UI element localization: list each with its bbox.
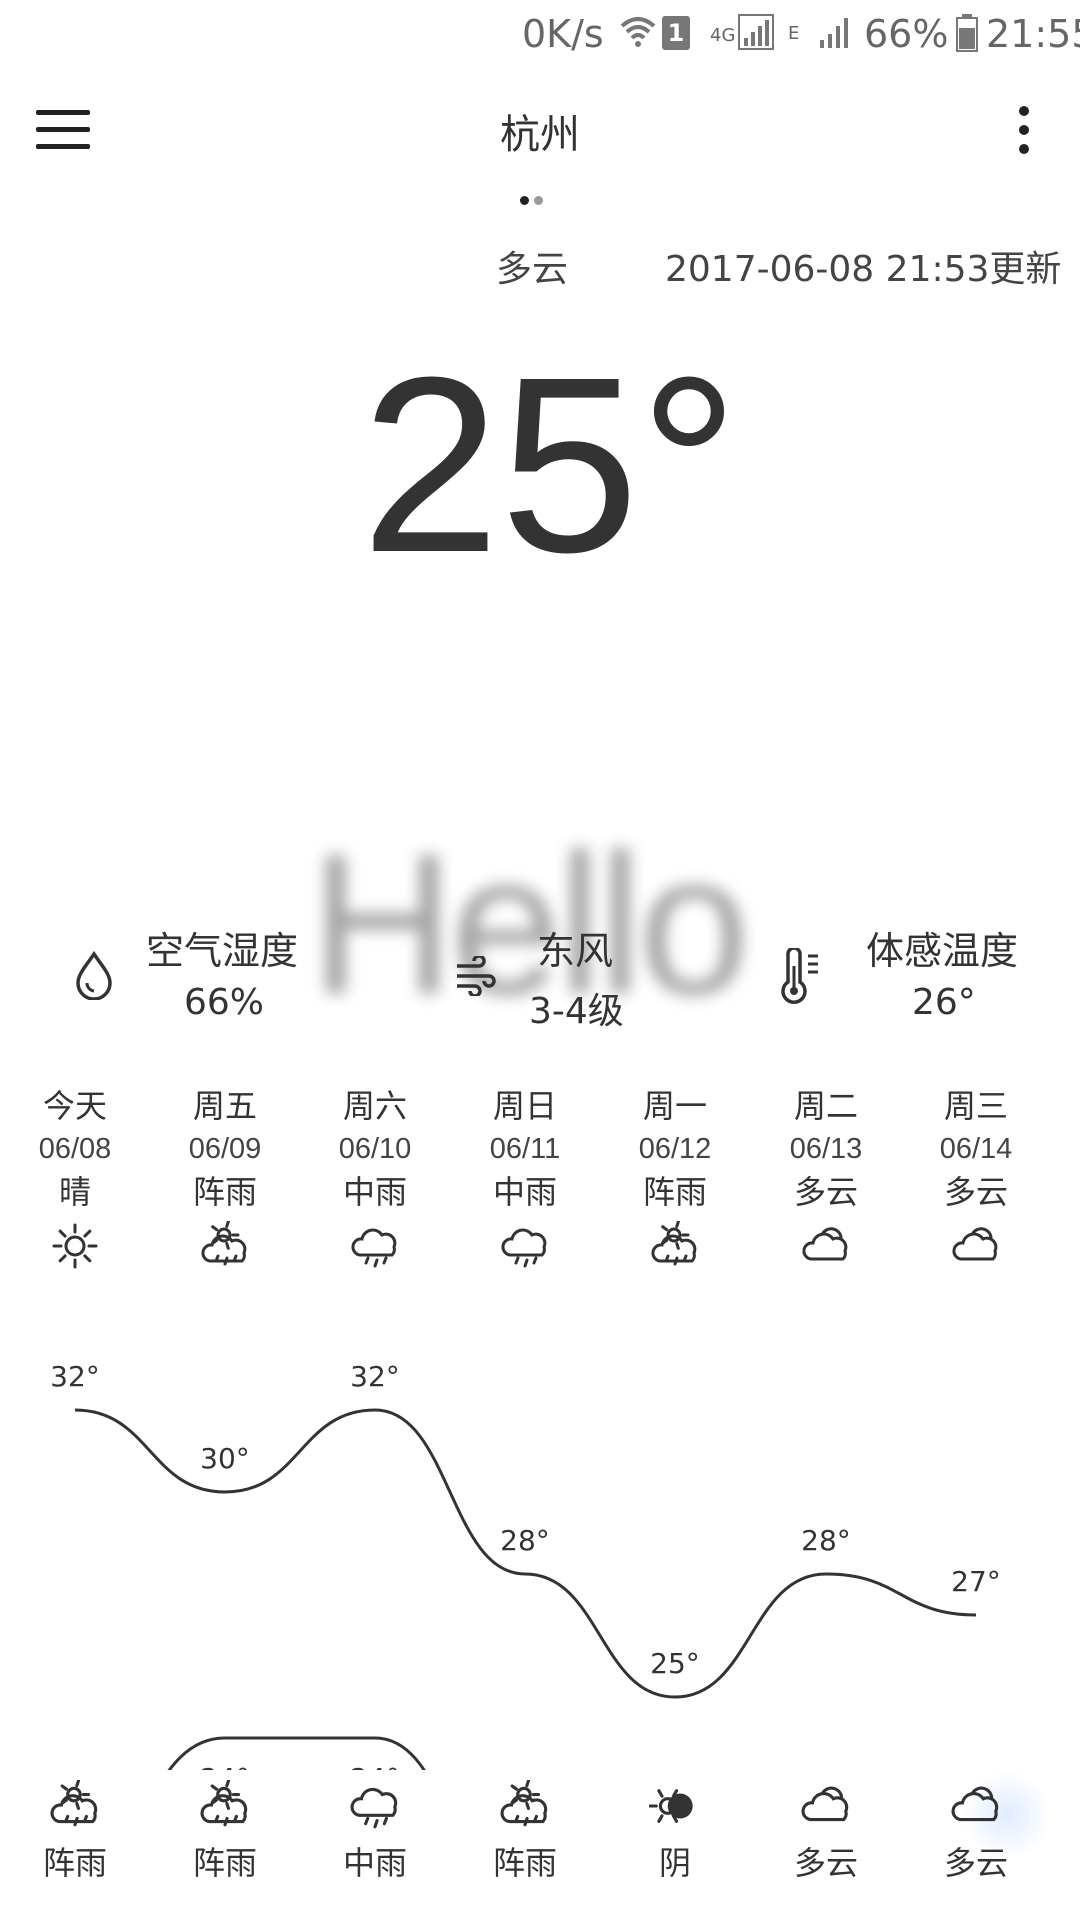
high-temp-label: 32° (50, 1360, 100, 1393)
forecast-day-label: 周二 (793, 1087, 858, 1125)
low-temp-label: 24° (200, 1762, 250, 1770)
night-forecast-column[interactable]: 阵雨 (448, 1772, 602, 1884)
feels-like-value: 26° (912, 982, 976, 1023)
thermometer-icon (781, 948, 818, 1004)
night-condition-label: 阵雨 (192, 1844, 257, 1882)
forecast-day-column[interactable]: 今天 06/08 晴 (0, 1085, 152, 1271)
night-forecast-column[interactable]: 多云 (749, 1772, 903, 1884)
sim-badge: 1 (662, 16, 690, 50)
forecast-day-label: 今天 (42, 1087, 107, 1125)
water-drop-icon (76, 950, 112, 1000)
low-temp-label: 24° (350, 1762, 400, 1770)
forecast-day-condition: 阵雨 (192, 1173, 257, 1211)
rain-icon (501, 1228, 547, 1268)
forecast-date-label: 06/13 (789, 1133, 863, 1165)
battery-percent: 66% (864, 12, 949, 56)
current-temperature: 25° (360, 325, 740, 604)
night-condition-label: 阵雨 (42, 1844, 107, 1882)
overcast-night-icon (649, 1789, 693, 1823)
night-condition-label: 阵雨 (492, 1844, 557, 1882)
wind-direction-label: 东风 (537, 929, 614, 973)
signal-icon-2 (820, 18, 848, 48)
rain-icon (351, 1228, 397, 1268)
feels-like-block: 体感温度 26° (776, 920, 1036, 1040)
forecast-date-label: 06/09 (188, 1133, 262, 1165)
night-condition-label: 阴 (658, 1844, 691, 1882)
current-condition: 多云 (496, 249, 569, 290)
page-indicator (520, 196, 560, 206)
high-temp-label: 25° (650, 1647, 700, 1680)
forecast-day-condition: 多云 (793, 1173, 858, 1211)
status-time: 21:55 (986, 12, 1080, 56)
page-dot-active (520, 196, 529, 205)
night-condition-label: 多云 (793, 1844, 858, 1882)
rain-icon (350, 1787, 398, 1829)
forecast-day-condition: 中雨 (342, 1173, 407, 1211)
forecast-date-label: 06/11 (489, 1133, 561, 1165)
night-forecast-column[interactable]: 阴 (598, 1772, 752, 1884)
more-options-icon[interactable] (1004, 106, 1044, 160)
wind-level-value: 3-4级 (529, 991, 624, 1032)
humidity-block: 空气湿度 66% (70, 920, 330, 1040)
status-bar: 0K/s 1 4G E 66% 21:55 (0, 0, 1080, 70)
cloudy-icon (801, 1786, 849, 1822)
forecast-day-label: 周五 (192, 1087, 257, 1125)
shower-icon (50, 1780, 98, 1827)
humidity-label: 空气湿度 (146, 929, 299, 973)
high-temp-label: 28° (500, 1524, 550, 1557)
shower-icon (200, 1780, 248, 1827)
forecast-day-column[interactable]: 周二 06/13 多云 (749, 1085, 903, 1271)
signal-icon (738, 14, 774, 50)
night-forecast-column[interactable]: 多云 (899, 1772, 1053, 1884)
page-dot-inactive (534, 196, 543, 205)
forecast-date-label: 06/12 (638, 1133, 712, 1165)
high-temp-label: 32° (350, 1360, 400, 1393)
forecast-day-label: 周三 (943, 1087, 1008, 1125)
city-title[interactable]: 杭州 (0, 102, 1080, 160)
shower-icon (201, 1221, 247, 1266)
shower-icon (500, 1780, 548, 1827)
temperature-curve-chart: 32°21°30°24°32°24°28°20°25°19°28°19°27°1… (50, 1360, 1001, 1770)
net-speed: 0K/s (522, 12, 604, 56)
high-temp-label: 28° (801, 1524, 851, 1557)
wind-icon (457, 956, 496, 996)
forecast-day-column[interactable]: 周日 06/11 中雨 (448, 1085, 602, 1271)
night-forecast-column[interactable]: 阵雨 (148, 1772, 302, 1884)
network-4g-label: 4G (710, 25, 736, 46)
sunny-icon (52, 1223, 98, 1269)
cloudy-icon (952, 1227, 998, 1261)
forecast-day-condition: 多云 (943, 1173, 1008, 1211)
forecast-day-label: 周六 (342, 1087, 407, 1125)
night-condition-label: 多云 (943, 1844, 1008, 1882)
night-condition-label: 中雨 (342, 1844, 407, 1882)
shower-icon (651, 1221, 697, 1266)
forecast-day-condition: 晴 (58, 1173, 91, 1211)
update-time: 2017-06-08 21:53更新 (665, 249, 1062, 290)
night-forecast-column[interactable]: 中雨 (298, 1772, 452, 1884)
feels-like-label: 体感温度 (866, 929, 1019, 973)
forecast-day-column[interactable]: 周六 06/10 中雨 (298, 1085, 452, 1271)
cloudy-icon (802, 1227, 848, 1261)
wifi-icon (620, 17, 656, 47)
high-temp-label: 27° (951, 1565, 1001, 1598)
forecast-day-condition: 中雨 (492, 1173, 557, 1211)
night-forecast-column[interactable]: 阵雨 (0, 1772, 152, 1884)
cloudy-icon (951, 1786, 999, 1822)
forecast-date-label: 06/14 (939, 1133, 1013, 1165)
forecast-day-column[interactable]: 周三 06/14 多云 (899, 1085, 1053, 1271)
app-bar: 杭州 (0, 70, 1080, 190)
network-e-label: E (788, 23, 800, 44)
forecast-day-column[interactable]: 周一 06/12 阵雨 (598, 1085, 752, 1271)
high-temp-label: 30° (200, 1442, 250, 1475)
forecast-day-condition: 阵雨 (642, 1173, 707, 1211)
forecast-date-label: 06/10 (338, 1133, 412, 1165)
forecast-date-label: 06/08 (38, 1133, 112, 1165)
forecast-day-label: 周日 (492, 1087, 557, 1125)
forecast-day-column[interactable]: 周五 06/09 阵雨 (148, 1085, 302, 1271)
humidity-value: 66% (184, 982, 265, 1023)
forecast-day-label: 周一 (642, 1087, 707, 1125)
wind-block: 东风 3-4级 (455, 920, 655, 1040)
battery-icon (956, 14, 978, 52)
